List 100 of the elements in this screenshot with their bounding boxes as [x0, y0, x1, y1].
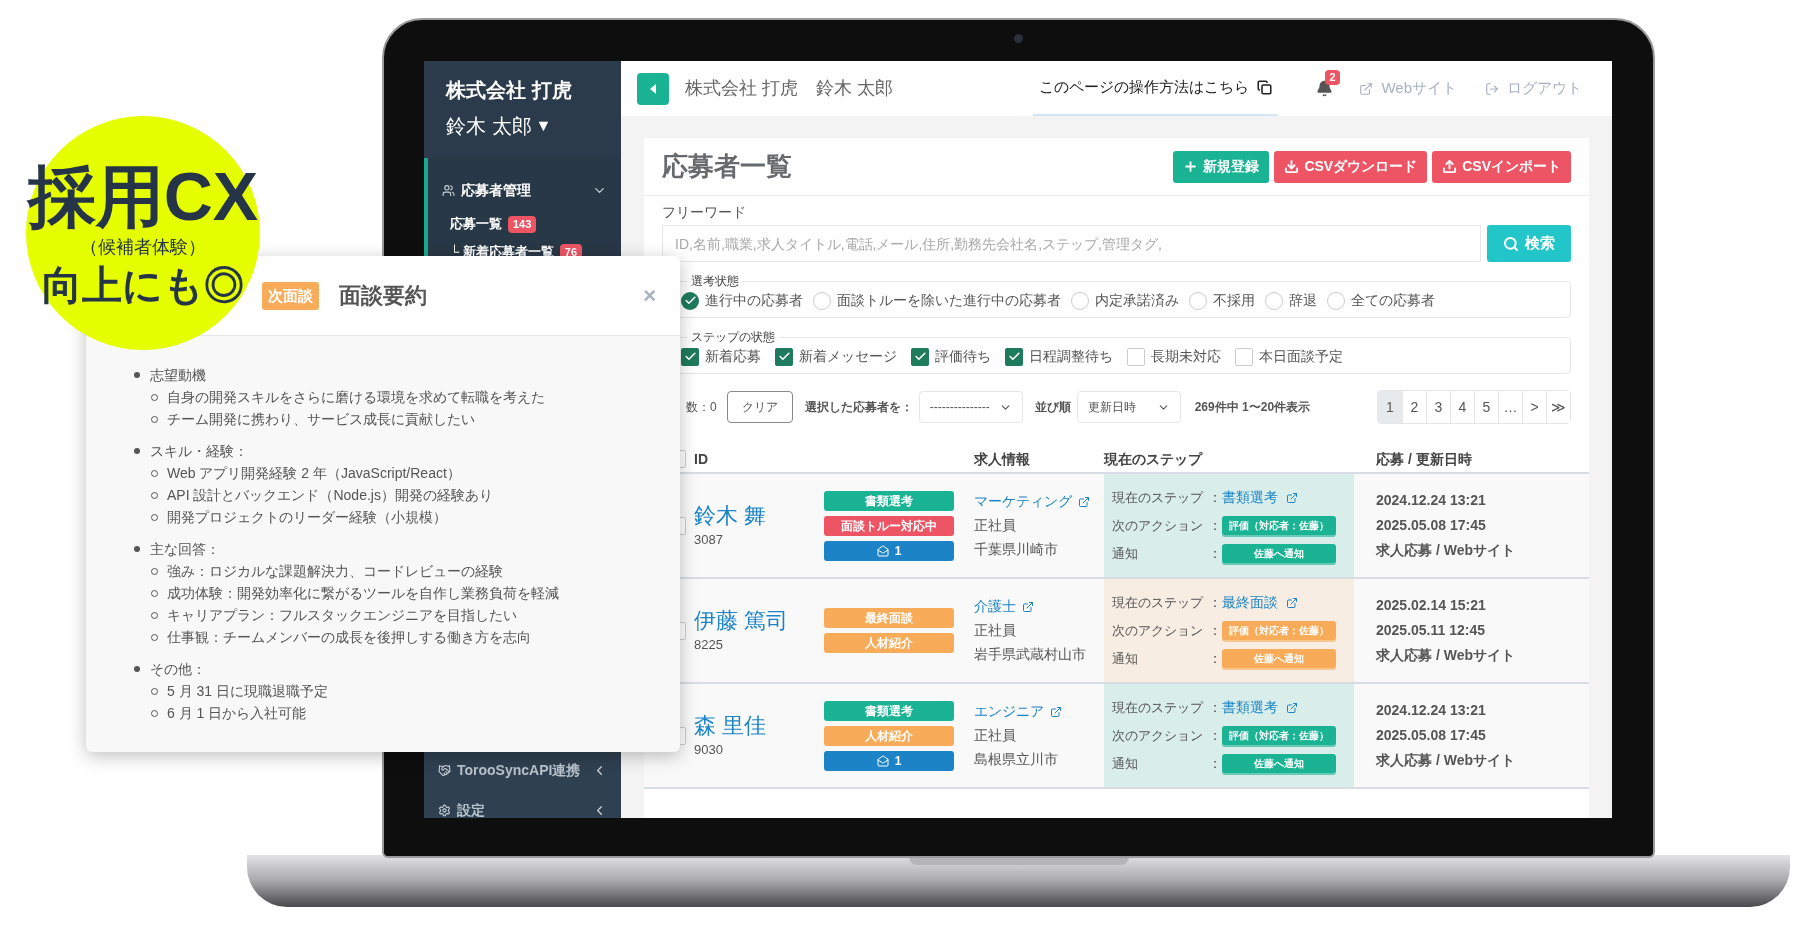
checkbox[interactable]: [911, 347, 929, 366]
count-badge: 143: [508, 215, 537, 233]
job-location: 千葉県川崎市: [974, 540, 1059, 559]
checkbox-label[interactable]: 本日面談予定: [1259, 346, 1343, 367]
interview-tag: 次面談: [262, 281, 319, 310]
legend: 選考状態: [687, 272, 743, 290]
applicant-id: 9030: [694, 740, 724, 759]
job-title-link[interactable]: マーケティング: [974, 491, 1104, 512]
users-icon: [442, 183, 455, 197]
external-link-icon: [1286, 596, 1298, 609]
sidebar-item[interactable]: 応募者管理: [461, 179, 531, 201]
step-field-label: 次のアクション: [1112, 726, 1204, 745]
external-link-icon: [1050, 705, 1062, 718]
radio-label[interactable]: 内定承諾済み: [1095, 290, 1179, 311]
clear-button[interactable]: クリア: [726, 391, 793, 423]
radio-button[interactable]: [1265, 291, 1283, 310]
search-icon: [1503, 235, 1519, 252]
column-header: ID: [693, 449, 709, 469]
employment-type: 正社員: [974, 516, 1017, 535]
colon: ：: [1208, 726, 1222, 745]
sidebar-toggle-button[interactable]: [637, 72, 669, 105]
checkbox[interactable]: [1005, 347, 1023, 366]
applicant-name-link[interactable]: 森 里佳: [694, 711, 824, 740]
column-header: 応募 / 更新日時: [1376, 449, 1472, 469]
download-icon: [1284, 159, 1300, 174]
external-link-icon: [1286, 491, 1298, 504]
help-link[interactable]: このページの操作方法はこちら: [1033, 61, 1279, 116]
radio-button[interactable]: [813, 291, 831, 310]
step-field-label: 現在のステップ: [1112, 698, 1205, 717]
company-name: 株式会社 打虎: [446, 78, 573, 103]
gear-icon: [438, 803, 451, 817]
colon: ：: [1208, 488, 1222, 507]
upload-icon: [1442, 159, 1458, 174]
message-count-tag[interactable]: 1: [824, 540, 954, 561]
sidebar-item[interactable]: TorooSyncAPI連携: [457, 759, 581, 781]
search-field[interactable]: ID,名前,職業,求人タイトル,電話,メール,住所,勤務先会社名,ステップ,管理タグ,: [662, 225, 1481, 262]
check-icon: [683, 350, 697, 363]
external-link-icon: [1022, 600, 1034, 613]
checkbox-label[interactable]: 日程調整待ち: [1029, 346, 1113, 367]
employment-type: 正社員: [974, 621, 1017, 640]
application-source: 求人応募 / Webサイト: [1376, 751, 1516, 770]
bulk-action-select[interactable]: ---------------: [918, 391, 1023, 423]
user-name[interactable]: 鈴木 太郎: [446, 111, 532, 141]
bell-icon[interactable]: [1316, 80, 1334, 97]
radio-label[interactable]: 進行中の応募者: [705, 290, 803, 311]
date-time: 2024.12.24 13:21: [1376, 491, 1487, 510]
status-tag: 書類選考: [824, 700, 954, 721]
checkbox[interactable]: [1127, 347, 1145, 366]
checkbox-label[interactable]: 新着応募: [705, 346, 761, 367]
applicant-name-link[interactable]: 伊藤 篤司: [694, 606, 824, 635]
job-title-link[interactable]: エンジニア: [974, 701, 1104, 722]
checkbox-label[interactable]: 評価待ち: [935, 346, 991, 367]
checkbox[interactable]: [1235, 347, 1253, 366]
application-source: 求人応募 / Webサイト: [1376, 646, 1516, 665]
dialog-title: 面談要約: [339, 282, 427, 310]
date-time: 2025.05.08 17:45: [1376, 516, 1487, 535]
page-link[interactable]: ≫: [1546, 391, 1570, 423]
radio-label[interactable]: 全ての応募者: [1351, 290, 1435, 311]
radio-button[interactable]: [1327, 291, 1345, 310]
colon: ：: [1208, 649, 1222, 668]
bullet-icon: [134, 372, 140, 378]
radio-label[interactable]: 辞退: [1289, 290, 1317, 311]
checkbox-label[interactable]: 長期未対応: [1151, 346, 1221, 367]
checkbox[interactable]: [775, 347, 793, 366]
column-header: 現在のステップ: [1104, 449, 1204, 469]
radio-label[interactable]: 不採用: [1213, 290, 1255, 311]
step-link[interactable]: 最終面談: [1222, 592, 1298, 613]
sidebar-subitem[interactable]: 応募一覧: [450, 214, 502, 234]
column-header: 求人情報: [974, 449, 1031, 469]
promo-subtitle: （候補者体験）: [80, 235, 206, 259]
message-count-tag[interactable]: 1: [824, 750, 954, 771]
checkbox-label[interactable]: 新着メッセージ: [799, 346, 897, 367]
check-icon: [683, 294, 697, 307]
page-title: 応募者一覧: [662, 150, 792, 183]
section-heading: スキル・経験：: [150, 441, 248, 461]
date-time: 2025.05.11 12:45: [1376, 621, 1486, 640]
radio-button[interactable]: [681, 291, 699, 310]
check-icon: [913, 350, 927, 363]
job-location: 岩手県武蔵村山市: [974, 645, 1087, 664]
sort-select[interactable]: 更新日時: [1076, 391, 1181, 423]
step-link[interactable]: 書類選考: [1222, 487, 1298, 508]
applicant-name-link[interactable]: 鈴木 舞: [694, 501, 824, 530]
header-company: 株式会社 打虎: [685, 77, 798, 100]
summary-item: 自身の開発スキルをさらに磨ける環境を求めて転職を考えた: [167, 387, 545, 407]
applicant-id: 8225: [694, 635, 724, 654]
bullet-icon: [134, 448, 140, 454]
sidebar-item[interactable]: 設定: [457, 799, 485, 818]
colon: ：: [1208, 544, 1222, 563]
external-link-icon: [1286, 701, 1298, 714]
radio-button[interactable]: [1071, 291, 1089, 310]
page-link[interactable]: 1: [1378, 391, 1402, 423]
radio-button[interactable]: [1189, 291, 1207, 310]
bulk-action-label: 選択した応募者を：: [804, 399, 913, 416]
checkbox[interactable]: [681, 347, 699, 366]
radio-label[interactable]: 面談トルーを除いた進行中の応募者: [837, 290, 1061, 311]
colon: ：: [1208, 754, 1222, 773]
job-title-link[interactable]: 介護士: [974, 596, 1104, 617]
caret-icon[interactable]: ▼: [535, 114, 552, 138]
check-icon: [777, 350, 791, 363]
step-link[interactable]: 書類選考: [1222, 697, 1298, 718]
